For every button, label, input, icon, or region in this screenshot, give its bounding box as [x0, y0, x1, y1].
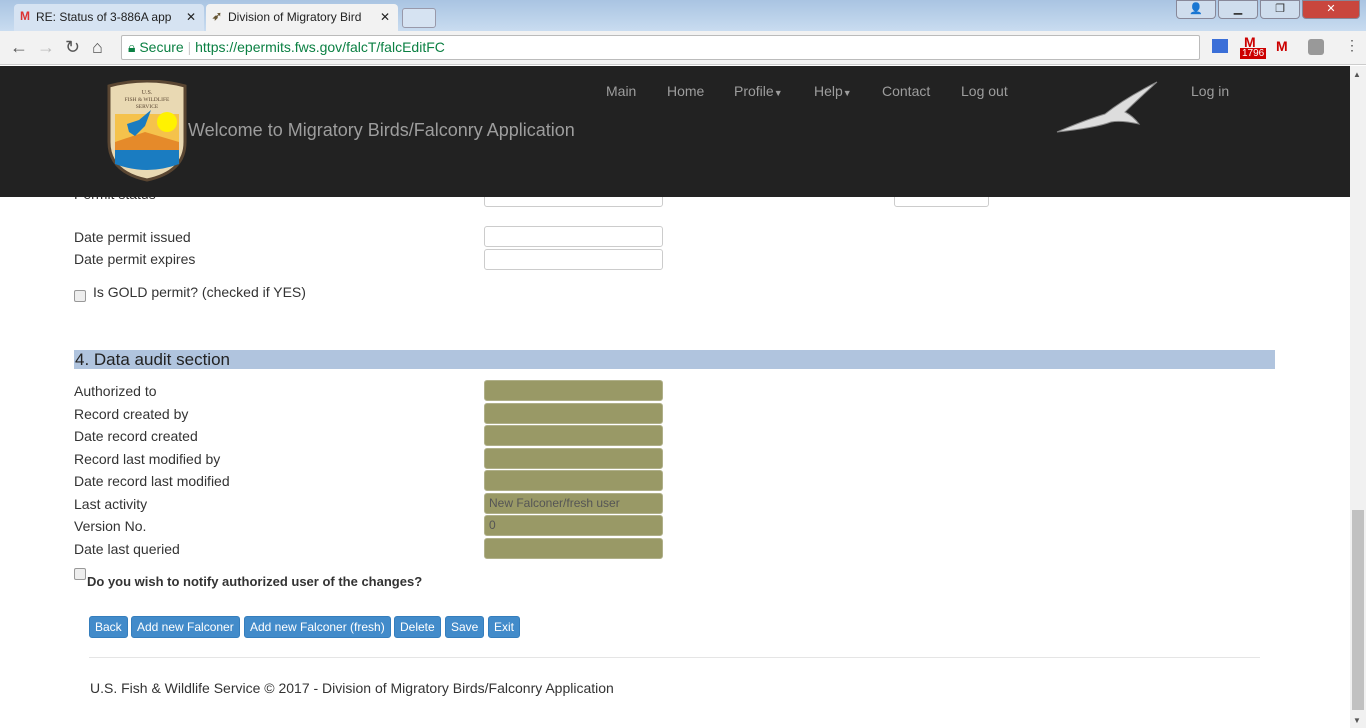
date-expires-label: Date permit expires	[74, 251, 196, 267]
extension-icon[interactable]	[1308, 39, 1324, 55]
svg-text:FISH & WILDLIFE: FISH & WILDLIFE	[125, 97, 170, 103]
back-button[interactable]: Back	[89, 616, 128, 638]
window-controls: 👤 ▁ ❐ ✕	[1176, 0, 1360, 20]
exit-button[interactable]: Exit	[488, 616, 521, 638]
nav-logout[interactable]: Log out	[961, 83, 1008, 99]
close-tab-icon[interactable]: ✕	[186, 10, 196, 24]
new-tab-button[interactable]	[402, 8, 436, 28]
footer-text: U.S. Fish & Wildlife Service © 2017 - Di…	[90, 680, 614, 696]
nav-help[interactable]: Help▼	[814, 83, 852, 99]
audit-field-label: Date record last modified	[74, 473, 230, 489]
hawk-image	[1056, 81, 1158, 133]
save-button[interactable]: Save	[445, 616, 485, 638]
audit-field-input: 0	[484, 515, 663, 536]
menu-icon[interactable]: ⋮	[1345, 37, 1359, 54]
caret-down-icon: ▼	[842, 88, 852, 98]
caret-down-icon: ▼	[773, 88, 783, 98]
profile-icon[interactable]: 👤	[1176, 0, 1216, 19]
audit-field-label: Version No.	[74, 518, 147, 534]
audit-field-input: New Falconer/fresh user	[484, 492, 663, 514]
audit-field-label: Record last modified by	[74, 450, 221, 467]
section-heading-audit: 4. Data audit section	[74, 350, 1275, 369]
tab-strip: M RE: Status of 3-886A app ✕ ➶ Division o…	[0, 0, 1366, 31]
audit-field-input	[484, 402, 663, 424]
nav-main[interactable]: Main	[606, 83, 636, 99]
scrollbar-thumb[interactable]	[1352, 510, 1364, 710]
audit-field-input	[484, 537, 663, 559]
audit-field-label: Date last queried	[74, 540, 180, 557]
home-icon[interactable]: ⌂	[92, 37, 103, 58]
notify-label: Do you wish to notify authorized user of…	[87, 574, 423, 589]
lock-icon: 🔒︎	[128, 39, 136, 55]
nav-contact[interactable]: Contact	[882, 83, 930, 99]
date-issued-label: Date permit issued	[74, 229, 191, 245]
back-icon[interactable]: ←	[10, 37, 28, 58]
close-tab-icon[interactable]: ✕	[380, 10, 390, 24]
maximize-button[interactable]: ❐	[1260, 0, 1300, 19]
scroll-down-icon[interactable]: ▼	[1353, 716, 1361, 725]
tab-active[interactable]: ➶ Division of Migratory Bird ✕	[206, 4, 398, 31]
nav-login[interactable]: Log in	[1191, 83, 1229, 99]
audit-field-input	[484, 470, 663, 491]
minimize-button[interactable]: ▁	[1218, 0, 1258, 19]
reload-icon[interactable]: ↻	[65, 37, 80, 58]
gold-permit-checkbox[interactable]	[74, 290, 86, 302]
fws-logo: U.S. FISH & WILDLIFE SERVICE	[107, 80, 187, 182]
svg-text:U.S.: U.S.	[142, 90, 153, 96]
nav-home[interactable]: Home	[667, 83, 704, 99]
bird-icon: ➶	[212, 9, 223, 23]
address-bar[interactable]: 🔒︎ Secure | https://epermits.fws.gov/fal…	[121, 35, 1200, 60]
audit-field-label: Record created by	[74, 405, 189, 422]
nav-profile[interactable]: Profile▼	[734, 83, 783, 99]
scroll-up-icon[interactable]: ▲	[1353, 70, 1361, 79]
notify-checkbox[interactable]	[74, 568, 86, 580]
gmail-icon: M	[20, 9, 30, 23]
extension-icon[interactable]	[1212, 39, 1228, 53]
footer-divider	[89, 657, 1260, 658]
audit-field-input	[484, 380, 663, 401]
audit-field-label: Last activity	[74, 495, 148, 512]
url-text: https://epermits.fws.gov/falcT/falcEditF…	[195, 39, 445, 55]
svg-text:SERVICE: SERVICE	[136, 104, 159, 110]
gmail-send-icon[interactable]: M	[1276, 38, 1288, 54]
welcome-title: Welcome to Migratory Birds/Falconry Appl…	[188, 120, 575, 140]
forward-icon[interactable]: →	[37, 37, 55, 58]
tab-gmail[interactable]: M RE: Status of 3-886A app ✕	[14, 4, 204, 31]
audit-field-label: Authorized to	[74, 383, 157, 399]
add-new-falconer-button[interactable]: Add new Falconer	[131, 616, 240, 638]
date-issued-input[interactable]	[484, 226, 663, 247]
add-new-falconer-fresh-button[interactable]: Add new Falconer (fresh)	[244, 616, 391, 638]
gold-permit-label: Is GOLD permit? (checked if YES)	[93, 284, 306, 300]
date-expires-input[interactable]	[484, 249, 663, 270]
audit-field-label: Date record created	[74, 428, 198, 444]
gmail-checker-icon[interactable]: M	[1244, 34, 1256, 50]
close-window-button[interactable]: ✕	[1302, 0, 1360, 19]
audit-field-input	[484, 425, 663, 446]
audit-field-input	[484, 447, 663, 469]
delete-button[interactable]: Delete	[394, 616, 441, 638]
